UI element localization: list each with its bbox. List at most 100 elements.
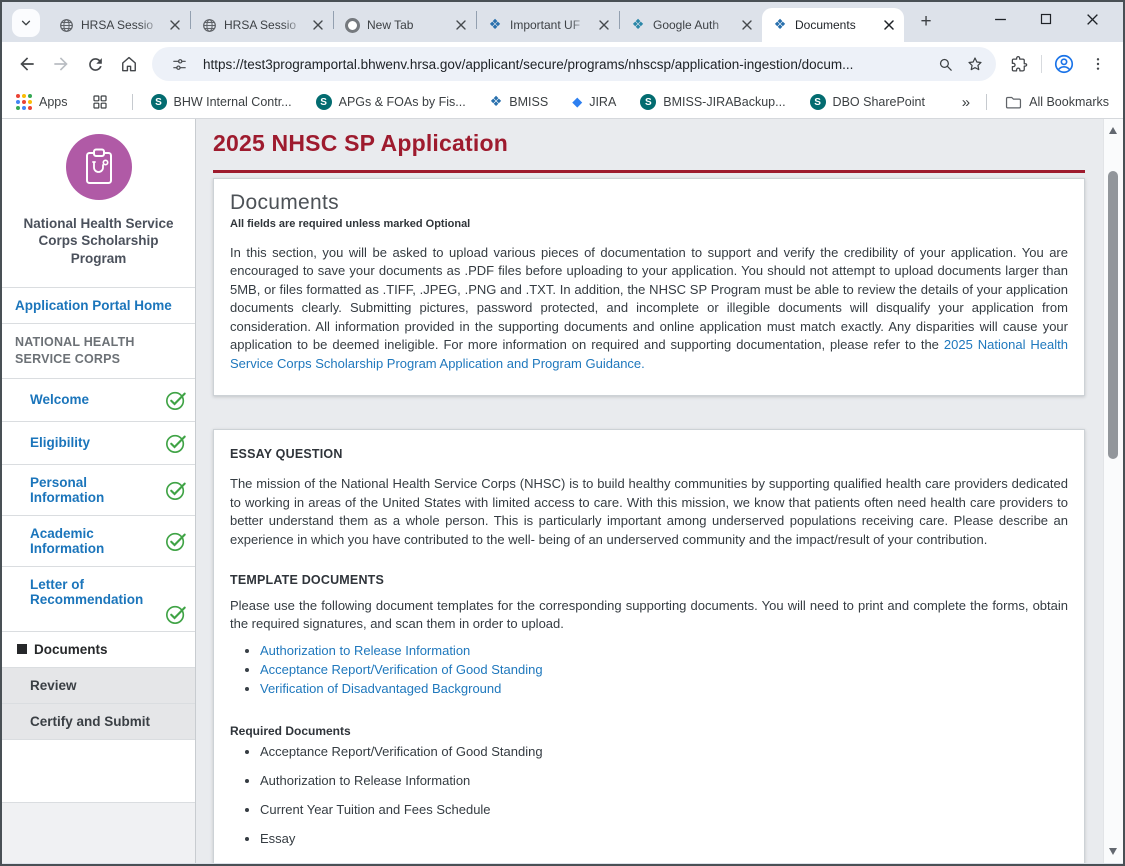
sharepoint-icon: S — [640, 94, 656, 110]
forward-button[interactable] — [44, 47, 78, 81]
globe-icon — [58, 17, 74, 33]
new-tab-button[interactable]: + — [912, 8, 940, 36]
tab-search-button[interactable] — [12, 9, 40, 37]
tab-close-icon[interactable] — [880, 16, 898, 34]
bookmark-dbo-sharepoint[interactable]: S DBO SharePoint — [810, 94, 925, 110]
apps-shortcut[interactable]: Apps — [16, 94, 68, 110]
tab-title: Important UF — [510, 18, 591, 32]
bookmark-label: APGs & FOAs by Fis... — [339, 95, 466, 109]
scroll-up-arrow[interactable] — [1109, 127, 1117, 134]
sidebar-item-eligibility[interactable]: Eligibility — [2, 422, 195, 465]
tab-groups-icon[interactable] — [92, 94, 108, 110]
menu-dots-icon[interactable] — [1081, 47, 1115, 81]
window-controls — [977, 2, 1115, 36]
bookmark-label: JIRA — [589, 95, 616, 109]
list-item: Authorization to Release Information — [260, 641, 1068, 660]
intro-text: In this section, you will be asked to up… — [230, 245, 1068, 352]
bookmark-bmiss-jirabackup[interactable]: S BMISS-JIRABackup... — [640, 94, 785, 110]
check-circle-icon — [165, 530, 187, 552]
required-fields-note: All fields are required unless marked Op… — [230, 218, 1068, 230]
tab-hrsa-session-1[interactable]: HRSA Sessio — [48, 8, 190, 42]
bookmark-jira[interactable]: ◆ JIRA — [572, 95, 616, 109]
apps-label: Apps — [39, 95, 68, 109]
bookmark-label: BHW Internal Contr... — [174, 95, 292, 109]
list-item: Acceptance Report/Verification of Good S… — [260, 744, 1068, 759]
bookmark-apgs-foas[interactable]: S APGs & FOAs by Fis... — [316, 94, 466, 110]
tab-close-icon[interactable] — [309, 16, 327, 34]
tab-important[interactable]: ❖ Important UF — [477, 8, 619, 42]
vertical-scrollbar[interactable] — [1103, 119, 1123, 863]
sidebar-item-personal-information[interactable]: Personal Information — [2, 465, 195, 516]
tab-close-icon[interactable] — [595, 16, 613, 34]
apps-grid-icon — [16, 94, 32, 110]
sharepoint-icon: S — [316, 94, 332, 110]
address-bar[interactable]: https://test3programportal.bhwenv.hrsa.g… — [152, 47, 996, 81]
tab-hrsa-session-2[interactable]: HRSA Sessio — [191, 8, 333, 42]
browser-window: HRSA Sessio HRSA Sessio New Tab ❖ Import… — [0, 0, 1125, 866]
tab-new-tab[interactable]: New Tab — [334, 8, 476, 42]
sidebar-item-label: Eligibility — [30, 435, 161, 450]
essay-question-text: The mission of the National Health Servi… — [230, 475, 1068, 549]
card-title: Documents — [230, 191, 1068, 215]
bookmark-bmiss[interactable]: ❖ BMISS — [490, 95, 548, 109]
sidebar-item-academic-information[interactable]: Academic Information — [2, 516, 195, 567]
sidebar-item-label: Personal Information — [30, 475, 161, 505]
site-settings-icon[interactable] — [164, 49, 194, 79]
minimize-button[interactable] — [977, 2, 1023, 36]
hrsa-emblem-icon: ❖ — [490, 95, 503, 109]
tab-close-icon[interactable] — [166, 16, 184, 34]
globe-icon — [201, 17, 217, 33]
hrsa-emblem-icon: ❖ — [487, 17, 503, 33]
template-link-disadvantaged-background[interactable]: Verification of Disadvantaged Background — [260, 681, 501, 696]
page-title: 2025 NHSC SP Application — [213, 130, 1085, 157]
home-button[interactable] — [112, 47, 146, 81]
list-item: Authorization to Release Information — [260, 773, 1068, 788]
reload-button[interactable] — [78, 47, 112, 81]
sharepoint-icon: S — [810, 94, 826, 110]
divider — [986, 94, 987, 110]
chrome-icon — [344, 17, 360, 33]
template-link-authorization[interactable]: Authorization to Release Information — [260, 643, 470, 658]
documents-intro-card: Documents All fields are required unless… — [213, 178, 1085, 396]
back-button[interactable] — [10, 47, 44, 81]
sidebar-item-documents-current[interactable]: Documents — [2, 632, 195, 668]
template-links-list: Authorization to Release Information Acc… — [230, 641, 1068, 698]
sidebar-item-portal-home[interactable]: Application Portal Home — [2, 288, 195, 324]
sidebar-item-welcome[interactable]: Welcome — [2, 379, 195, 422]
all-bookmarks-label: All Bookmarks — [1029, 95, 1109, 109]
tab-documents-active[interactable]: ❖ Documents — [762, 8, 904, 42]
divider — [132, 94, 133, 110]
bookmark-bhw-internal[interactable]: S BHW Internal Contr... — [151, 94, 292, 110]
close-window-button[interactable] — [1069, 2, 1115, 36]
sidebar-item-label: Welcome — [30, 392, 161, 407]
check-circle-icon — [165, 389, 187, 411]
bookmark-label: BMISS — [509, 95, 548, 109]
list-item: Verification of Disadvantaged Background — [260, 679, 1068, 698]
sidebar-item-label: Review — [30, 678, 187, 693]
program-logo-card: National Health Service Corps Scholarshi… — [2, 119, 195, 288]
tab-close-icon[interactable] — [452, 16, 470, 34]
tab-title: HRSA Sessio — [224, 18, 305, 32]
scrollbar-thumb[interactable] — [1108, 171, 1118, 459]
url-text[interactable]: https://test3programportal.bhwenv.hrsa.g… — [203, 57, 922, 72]
required-documents-list: Acceptance Report/Verification of Good S… — [230, 744, 1068, 846]
template-link-acceptance-report[interactable]: Acceptance Report/Verification of Good S… — [260, 662, 543, 677]
sidebar-item-label: Certify and Submit — [30, 714, 187, 729]
tab-google-auth[interactable]: ❖ Google Auth — [620, 8, 762, 42]
divider — [1041, 55, 1042, 73]
sidebar-item-label: Application Portal Home — [15, 298, 187, 313]
tab-close-icon[interactable] — [738, 16, 756, 34]
all-bookmarks-button[interactable]: All Bookmarks — [1005, 95, 1109, 110]
profile-avatar[interactable] — [1047, 47, 1081, 81]
extensions-icon[interactable] — [1002, 47, 1036, 81]
section-header-label: NATIONAL HEALTH SERVICE CORPS — [15, 334, 187, 368]
scroll-down-arrow[interactable] — [1109, 848, 1117, 855]
bookmark-label: BMISS-JIRABackup... — [663, 95, 785, 109]
maximize-button[interactable] — [1023, 2, 1069, 36]
bookmarks-overflow-chevron[interactable]: » — [962, 94, 970, 111]
sidebar-item-review: Review — [2, 668, 195, 704]
tab-title: Google Auth — [653, 18, 734, 32]
bookmark-star-icon[interactable] — [960, 49, 990, 79]
zoom-icon[interactable] — [930, 49, 960, 79]
sidebar-item-letter-of-recommendation[interactable]: Letter of Recommendation — [2, 567, 195, 632]
